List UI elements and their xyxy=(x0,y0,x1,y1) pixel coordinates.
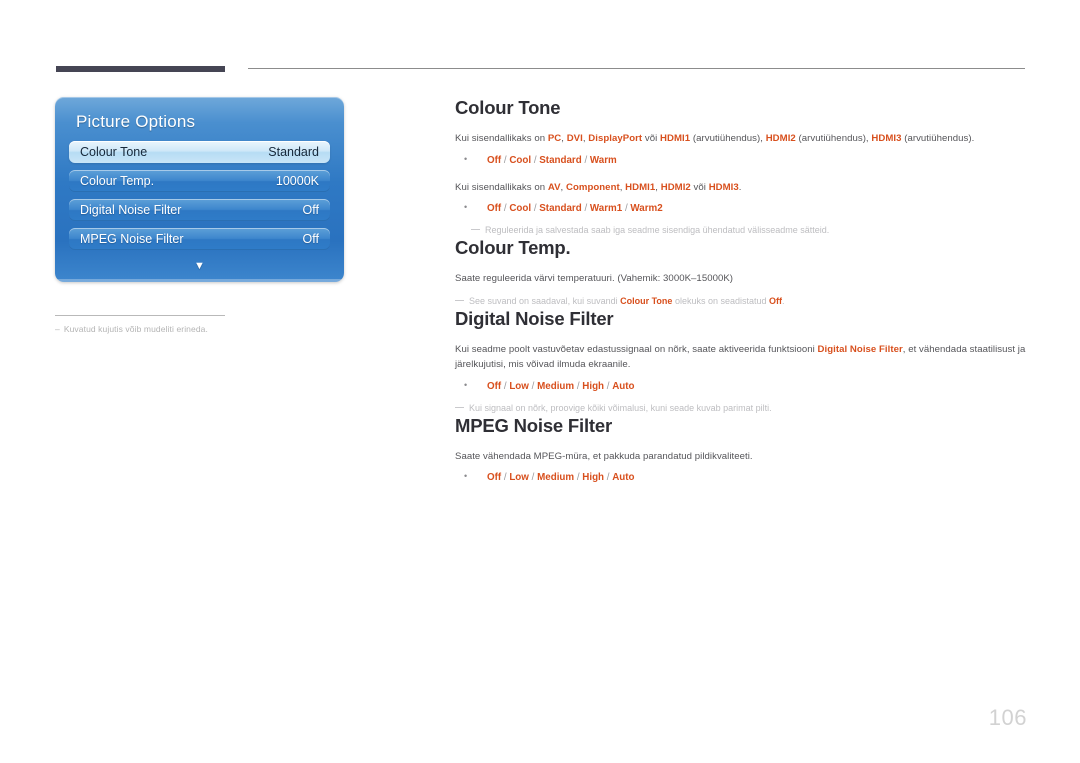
digital-noise-filter-paragraph-1: Kui seadme poolt vastuvõetav edastussign… xyxy=(455,342,1027,373)
list-item: Off / Low / Medium / High / Auto xyxy=(455,469,1027,485)
osd-row-label: MPEG Noise Filter xyxy=(80,232,184,246)
colour-temp-paragraph-1: Saate reguleerida värvi temperatuuri. (V… xyxy=(455,273,734,284)
osd-row-value: Standard xyxy=(268,145,319,159)
source-hdmi1: HDMI1 xyxy=(625,181,656,193)
text-fragment: või xyxy=(642,133,661,144)
section-title-mpeg-noise-filter: MPEG Noise Filter xyxy=(455,414,612,436)
option-warm: Warm xyxy=(589,154,617,166)
osd-row-label: Colour Temp. xyxy=(80,174,155,188)
option-warm2: Warm2 xyxy=(630,203,663,214)
osd-row-colour-tone[interactable]: Colour Tone Standard xyxy=(69,141,330,163)
list-item: Off / Low / Medium / High / Auto xyxy=(455,378,1027,394)
source-hdmi3: HDMI3 xyxy=(708,181,739,193)
source-hdmi1: HDMI1 xyxy=(660,133,691,144)
osd-caption: – Kuvatud kujutis võib mudeliti erineda. xyxy=(55,324,344,334)
colour-tone-paragraph-2: Kui sisendallikaks on AV, Component, HDM… xyxy=(455,180,1027,196)
text-fragment: (arvutiühendus). xyxy=(901,133,975,144)
caption-dash: – xyxy=(55,324,60,334)
source-hdmi3: HDMI3 xyxy=(871,133,902,144)
colour-tone-paragraph-1: Kui sisendallikaks on PC, DVI, DisplayPo… xyxy=(455,131,1027,147)
option-low: Low xyxy=(509,472,529,483)
digital-noise-filter-options-list: Off / Low / Medium / High / Auto xyxy=(455,378,1027,394)
mpeg-noise-filter-options-list: Off / Low / Medium / High / Auto xyxy=(455,469,1027,485)
text-fragment: . xyxy=(782,295,785,306)
chevron-down-icon[interactable]: ▼ xyxy=(69,257,330,272)
left-column: Picture Options Colour Tone Standard Col… xyxy=(55,97,344,334)
source-pc: PC xyxy=(547,133,562,144)
text-fragment: See suvand on saadaval, kui suvandi xyxy=(469,295,621,306)
osd-row-value: Off xyxy=(302,203,319,217)
osd-row-colour-temp[interactable]: Colour Temp. 10000K xyxy=(69,170,330,192)
list-item: Off / Cool / Standard / Warm1 / Warm2 xyxy=(455,200,1027,216)
section-title-digital-noise-filter: Digital Noise Filter xyxy=(455,307,614,329)
text-fragment: või xyxy=(690,181,709,193)
colour-tone-options-list-1: Off / Cool / Standard / Warm xyxy=(455,152,1027,168)
mpeg-noise-filter-paragraph-1: Saate vähendada MPEG-müra, et pakkuda pa… xyxy=(455,450,753,462)
source-displayport: DisplayPort xyxy=(588,133,643,144)
colour-tone-note: Reguleerida ja salvestada saab iga seadm… xyxy=(471,223,1027,237)
option-cool: Cool xyxy=(509,154,532,166)
text-fragment: (arvutiühendus), xyxy=(795,133,872,144)
option-warm1: Warm1 xyxy=(589,203,623,214)
text-fragment: Kui sisendallikaks on xyxy=(455,181,548,193)
option-cool: Cool xyxy=(509,203,532,214)
osd-row-label: Colour Tone xyxy=(80,145,148,159)
list-item: Off / Cool / Standard / Warm xyxy=(455,152,1027,168)
osd-menu-picture-options: Picture Options Colour Tone Standard Col… xyxy=(55,97,344,282)
source-av: AV xyxy=(547,181,561,193)
option-off: Off xyxy=(487,472,502,483)
text-fragment: olekuks on seadistatud xyxy=(672,295,769,306)
osd-menu-title: Picture Options xyxy=(76,112,196,131)
option-auto: Auto xyxy=(612,472,635,483)
source-hdmi2: HDMI2 xyxy=(765,133,796,144)
text-fragment: (arvutiühendus), xyxy=(690,133,766,144)
source-hdmi2: HDMI2 xyxy=(660,181,691,193)
osd-row-digital-noise-filter[interactable]: Digital Noise Filter Off xyxy=(69,199,330,221)
osd-menu-rows: Colour Tone Standard Colour Temp. 10000K… xyxy=(55,141,344,272)
ref-off: Off xyxy=(769,295,782,306)
section-title-colour-temp: Colour Temp. xyxy=(455,237,571,258)
header-divider-rule xyxy=(248,68,1025,69)
option-off: Off xyxy=(487,203,502,214)
source-component: Component xyxy=(565,181,620,193)
osd-row-mpeg-noise-filter[interactable]: MPEG Noise Filter Off xyxy=(69,228,330,250)
osd-row-value: 10000K xyxy=(275,174,319,188)
section-title-colour-tone: Colour Tone xyxy=(455,97,561,118)
option-medium: Medium xyxy=(537,380,575,392)
caption-divider xyxy=(55,315,225,316)
option-high: High xyxy=(582,380,605,392)
text-fragment: . xyxy=(738,181,742,193)
colour-temp-note: See suvand on saadaval, kui suvandi Colo… xyxy=(455,294,1027,308)
option-off: Off xyxy=(487,154,502,166)
option-standard: Standard xyxy=(539,203,582,214)
osd-row-label: Digital Noise Filter xyxy=(80,203,182,217)
colour-tone-options-list-2: Off / Cool / Standard / Warm1 / Warm2 xyxy=(455,200,1027,216)
osd-row-value: Off xyxy=(302,232,319,246)
caption-text: Kuvatud kujutis võib mudeliti erineda. xyxy=(63,324,208,334)
right-column: Colour Tone Kui sisendallikaks on PC, DV… xyxy=(455,97,1027,485)
header-accent-bar xyxy=(56,66,225,72)
option-medium: Medium xyxy=(537,472,575,483)
page-number: 106 xyxy=(988,705,1027,730)
digital-noise-filter-note: Kui signaal on nõrk, proovige kõiki võim… xyxy=(455,401,1027,415)
option-low: Low xyxy=(509,380,529,392)
source-dvi: DVI xyxy=(566,133,583,144)
ref-colour-tone: Colour Tone xyxy=(620,295,673,306)
option-standard: Standard xyxy=(539,154,582,166)
option-off: Off xyxy=(487,380,502,392)
ref-digital-noise-filter: Digital Noise Filter xyxy=(817,343,903,355)
option-high: High xyxy=(582,472,605,483)
text-fragment: Kui seadme poolt vastuvõetav edastussign… xyxy=(455,343,818,355)
option-auto: Auto xyxy=(612,380,635,392)
text-fragment: Kui sisendallikaks on xyxy=(455,133,548,144)
